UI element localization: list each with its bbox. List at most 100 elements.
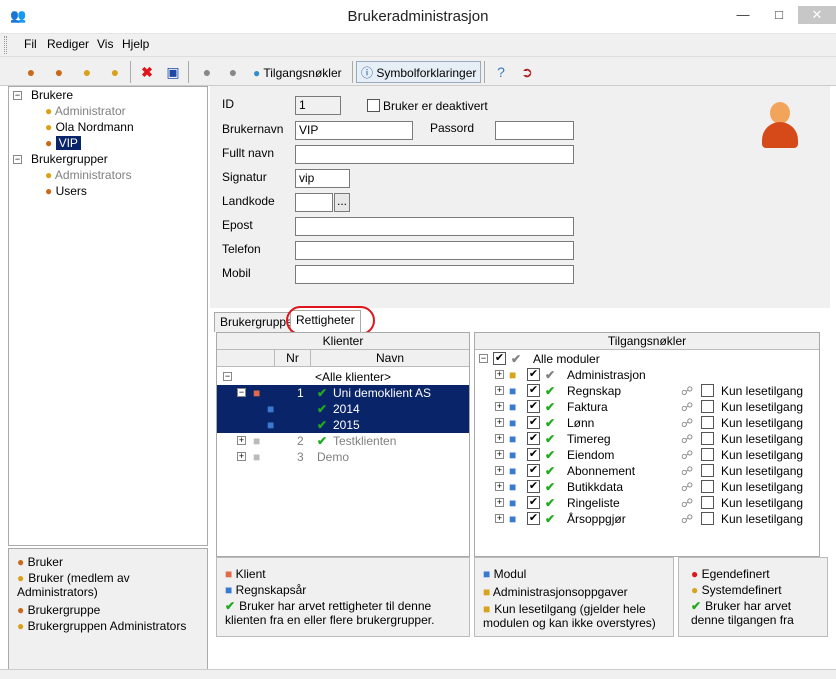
group-settings-icon[interactable]: ●: [222, 61, 244, 83]
module-checkbox[interactable]: ✔: [527, 368, 540, 381]
admin-tasks-icon: ■: [509, 368, 517, 382]
group-icon[interactable]: ●: [104, 61, 126, 83]
tree-user-vip[interactable]: ● VIP: [45, 136, 81, 150]
delete-icon[interactable]: ✖: [136, 61, 158, 83]
module-checkbox[interactable]: ✔: [527, 496, 540, 509]
collapse-icon[interactable]: −: [13, 155, 22, 164]
readonly-checkbox[interactable]: [701, 432, 714, 445]
readonly-checkbox[interactable]: [701, 496, 714, 509]
keys-pane: Tilgangsnøkler − ✔ ✔ Alle moduler + ■ ✔ ✔ Ad…: [474, 332, 820, 557]
client-icon: ■: [253, 434, 261, 448]
exit-icon[interactable]: ➲: [516, 61, 538, 83]
module-row[interactable]: + ■ ✔ ✔ Faktura ☍ Kun lesetilgang: [475, 399, 819, 415]
module-label: Timereg: [567, 432, 611, 446]
tilgangsnokler-button[interactable]: ● Tilgangsnøkler: [248, 61, 347, 83]
help-icon[interactable]: ?: [490, 61, 512, 83]
expand-icon[interactable]: +: [495, 402, 504, 411]
readonly-checkbox[interactable]: [701, 384, 714, 397]
username-field[interactable]: VIP: [295, 121, 413, 140]
inherited-check-icon: ✔: [545, 432, 556, 446]
module-checkbox[interactable]: ✔: [527, 384, 540, 397]
module-icon: ■: [509, 464, 517, 478]
key-checkbox[interactable]: ✔: [493, 352, 506, 365]
module-row[interactable]: + ■ ✔ ✔ Eiendom ☍ Kun lesetilgang: [475, 447, 819, 463]
tree-group-administrators[interactable]: ● Administrators: [45, 168, 132, 182]
col-navn[interactable]: Navn: [311, 350, 469, 367]
menu-hjelp[interactable]: Hjelp: [122, 37, 149, 51]
module-row[interactable]: + ■ ✔ ✔ Timereg ☍ Kun lesetilgang: [475, 431, 819, 447]
module-row[interactable]: + ■ ✔ ✔ Ringeliste ☍ Kun lesetilgang: [475, 495, 819, 511]
module-row[interactable]: + ■ ✔ ✔ Årsoppgjør ☍ Kun lesetilgang: [475, 511, 819, 527]
user-icon: ●: [45, 136, 53, 150]
symbolforklaringer-button[interactable]: ⓘ Symbolforklaringer: [356, 61, 482, 83]
email-field[interactable]: [295, 217, 574, 236]
client-row[interactable]: − ■ 1 ✔ Uni demoklient AS: [217, 385, 469, 401]
module-label: Abonnement: [567, 464, 636, 478]
expand-icon[interactable]: +: [495, 498, 504, 507]
admin-group-icon: ●: [45, 168, 53, 182]
password-field[interactable]: [495, 121, 574, 140]
add-group-icon[interactable]: ●: [76, 61, 98, 83]
module-checkbox[interactable]: ✔: [527, 400, 540, 413]
close-icon[interactable]: ✕: [798, 6, 836, 24]
mobile-field[interactable]: [295, 265, 574, 284]
readonly-checkbox[interactable]: [701, 480, 714, 493]
edit-user-icon[interactable]: ●: [48, 61, 70, 83]
tree-user-administrator[interactable]: ● Administrator: [45, 104, 126, 118]
year-row[interactable]: ■ ✔ 2014: [217, 401, 469, 417]
year-row[interactable]: ■ ✔ 2015: [217, 417, 469, 433]
save-icon[interactable]: ▣: [162, 61, 184, 83]
menu-rediger[interactable]: Rediger: [47, 37, 89, 51]
module-checkbox[interactable]: ✔: [527, 416, 540, 429]
phone-field[interactable]: [295, 241, 574, 260]
key-row-all[interactable]: − ✔ ✔ Alle moduler: [475, 351, 819, 367]
tree-user-label: VIP: [55, 136, 81, 150]
expand-icon[interactable]: +: [495, 386, 504, 395]
expand-icon[interactable]: +: [495, 434, 504, 443]
client-row-all[interactable]: − <Alle klienter>: [217, 369, 469, 385]
readonly-checkbox[interactable]: [701, 512, 714, 525]
fullname-field[interactable]: [295, 145, 574, 164]
minimize-icon[interactable]: —: [730, 6, 756, 24]
tree-group-users[interactable]: ● Users: [45, 184, 87, 198]
legend-label: Administrasjonsoppgaver: [492, 585, 628, 599]
collapse-icon[interactable]: −: [13, 91, 22, 100]
expand-icon[interactable]: +: [495, 514, 504, 523]
expand-icon[interactable]: +: [495, 418, 504, 427]
client-row[interactable]: + ■ 3 Demo: [217, 449, 469, 465]
readonly-checkbox[interactable]: [701, 464, 714, 477]
country-lookup-button[interactable]: ...: [334, 193, 350, 212]
module-row[interactable]: + ■ ✔ ✔ Administrasjon: [475, 367, 819, 383]
expand-icon[interactable]: +: [495, 450, 504, 459]
module-checkbox[interactable]: ✔: [527, 480, 540, 493]
readonly-checkbox[interactable]: [701, 448, 714, 461]
tree-user-ola[interactable]: ● Ola Nordmann: [45, 120, 134, 134]
readonly-checkbox[interactable]: [701, 400, 714, 413]
signature-field[interactable]: vip: [295, 169, 350, 188]
module-checkbox[interactable]: ✔: [527, 464, 540, 477]
col-nr[interactable]: Nr: [275, 350, 311, 367]
expand-icon[interactable]: +: [495, 466, 504, 475]
module-checkbox[interactable]: ✔: [527, 432, 540, 445]
user-settings-icon[interactable]: ●: [196, 61, 218, 83]
add-user-icon[interactable]: ●: [20, 61, 42, 83]
country-field[interactable]: [295, 193, 333, 212]
module-row[interactable]: + ■ ✔ ✔ Butikkdata ☍ Kun lesetilgang: [475, 479, 819, 495]
deactivated-checkbox[interactable]: [367, 99, 380, 112]
module-row[interactable]: + ■ ✔ ✔ Regnskap ☍ Kun lesetilgang: [475, 383, 819, 399]
tree-node-brukere[interactable]: Brukere: [31, 88, 73, 102]
expand-icon[interactable]: +: [495, 370, 504, 379]
admin-user-icon: ●: [45, 120, 53, 134]
module-checkbox[interactable]: ✔: [527, 512, 540, 525]
module-checkbox[interactable]: ✔: [527, 448, 540, 461]
maximize-icon[interactable]: □: [766, 6, 792, 24]
legend-regnskapsar: ■ Regnskapsår: [225, 583, 306, 597]
readonly-checkbox[interactable]: [701, 416, 714, 429]
client-row[interactable]: + ■ 2 ✔ Testklienten: [217, 433, 469, 449]
module-row[interactable]: + ■ ✔ ✔ Abonnement ☍ Kun lesetilgang: [475, 463, 819, 479]
menu-fil[interactable]: Fil: [24, 37, 37, 51]
tree-node-brukergrupper[interactable]: Brukergrupper: [31, 152, 108, 166]
expand-icon[interactable]: +: [495, 482, 504, 491]
menu-vis[interactable]: Vis: [97, 37, 113, 51]
module-row[interactable]: + ■ ✔ ✔ Lønn ☍ Kun lesetilgang: [475, 415, 819, 431]
